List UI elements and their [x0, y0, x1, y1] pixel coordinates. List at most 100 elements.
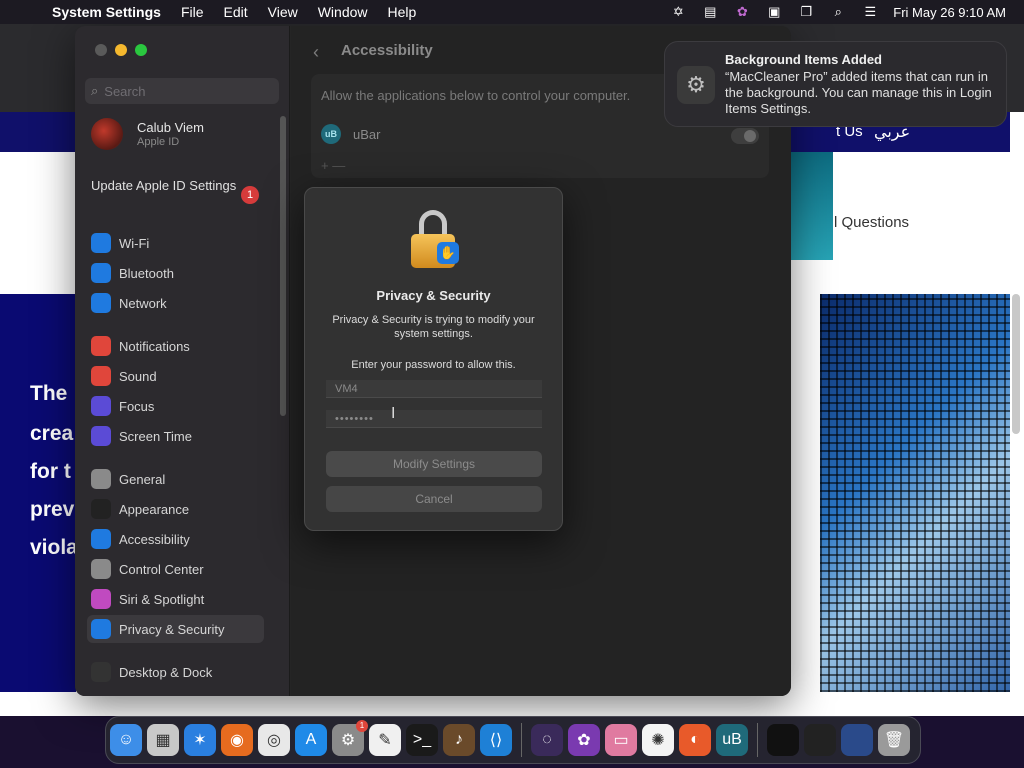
textedit-icon[interactable]: ✎: [369, 724, 401, 756]
back-chevron-icon[interactable]: ‹: [313, 42, 319, 63]
sidebar-search: ⌕: [85, 78, 279, 104]
sidebar-item-label: Accessibility: [119, 531, 190, 547]
settings-sidebar: ⌕ Calub Viem Apple ID Update Apple ID Se…: [75, 26, 290, 696]
window-thumb-icon[interactable]: [841, 724, 873, 756]
menu-edit[interactable]: Edit: [224, 4, 248, 20]
window-zoom-button[interactable]: [135, 44, 147, 56]
dialog-prompt: Enter your password to allow this.: [351, 359, 516, 371]
sidebar-item-sound[interactable]: Sound: [87, 362, 264, 390]
notification-title: Background Items Added: [725, 52, 882, 67]
menu-app-name[interactable]: System Settings: [52, 4, 161, 20]
sidebar-item-label: Control Center: [119, 561, 204, 577]
speaker-icon: [91, 366, 111, 386]
safari-icon[interactable]: ✶: [184, 724, 216, 756]
vscode-icon[interactable]: ⟨⟩: [480, 724, 512, 756]
dialog-message: Privacy & Security is trying to modify y…: [332, 314, 535, 340]
sidebar-scrollbar[interactable]: [280, 116, 286, 416]
control-center-menu-icon[interactable]: ☰: [861, 4, 879, 19]
control-center-icon: [91, 559, 111, 579]
sidebar-item-general[interactable]: General: [87, 465, 264, 493]
screen-icon[interactable]: ▭: [605, 724, 637, 756]
sidebar-item-siri-spotlight[interactable]: Siri & Spotlight: [87, 585, 264, 613]
sidebar-item-privacy-security[interactable]: Privacy & Security: [87, 615, 264, 643]
moon-icon: [91, 396, 111, 416]
search-input[interactable]: [104, 83, 265, 99]
menu-window[interactable]: Window: [318, 4, 368, 20]
username-field[interactable]: [326, 380, 542, 398]
sidebar-item-label: Privacy & Security: [119, 621, 225, 637]
duckduckgo-icon[interactable]: ◐: [679, 724, 711, 756]
sidebar-item-network[interactable]: Network: [87, 289, 264, 317]
dock-glyph: ⚙: [340, 732, 356, 749]
menu-view[interactable]: View: [268, 4, 298, 20]
modify-settings-button[interactable]: Modify Settings: [326, 451, 542, 477]
terminal-icon[interactable]: >_: [406, 724, 438, 756]
dock-icon: [91, 662, 111, 682]
dialog-title: Privacy & Security: [376, 288, 491, 303]
hand-icon: ✋: [437, 242, 459, 264]
photos-icon[interactable]: ✺: [642, 724, 674, 756]
hero-text-line: The: [30, 382, 68, 405]
clock[interactable]: Fri May 26 9:10 AM: [893, 5, 1006, 20]
menu-file[interactable]: File: [181, 4, 204, 20]
dock-glyph: ◌: [542, 731, 552, 748]
password-field[interactable]: [326, 410, 542, 428]
firefox-icon[interactable]: ◉: [221, 724, 253, 756]
orbit-icon[interactable]: ◌: [531, 724, 563, 756]
sidebar-item-accessibility[interactable]: Accessibility: [87, 525, 264, 553]
setapp-icon[interactable]: ✿: [568, 724, 600, 756]
system-settings-icon[interactable]: ⚙ 1: [332, 720, 368, 756]
window-thumb-icon[interactable]: [767, 724, 799, 756]
hero-image: [820, 294, 1010, 692]
hero-section: [0, 294, 76, 692]
chrome-icon[interactable]: ◎: [258, 724, 290, 756]
app-switcher-icon[interactable]: ▤: [701, 4, 719, 19]
sidebar-item-bluetooth[interactable]: Bluetooth: [87, 259, 264, 287]
trash-icon[interactable]: 🗑: [878, 724, 910, 756]
ubar-toggle[interactable]: [731, 128, 759, 144]
dock-glyph: ◉: [230, 732, 244, 749]
star-icon[interactable]: ✡: [669, 4, 687, 19]
bluetooth-icon: [91, 263, 111, 283]
dock-badge: 1: [356, 720, 368, 732]
apple-id-profile[interactable]: Calub Viem Apple ID: [91, 118, 204, 150]
dock-glyph: ♪: [455, 731, 463, 748]
update-apple-id-settings[interactable]: Update Apple ID Settings: [91, 178, 261, 194]
sidebar-item-desktop-dock[interactable]: Desktop & Dock: [87, 658, 264, 686]
background-items-notification[interactable]: ⚙ Background Items Added “MacCleaner Pro…: [664, 41, 1007, 127]
dock-glyph: ◎: [267, 732, 281, 749]
menu-help[interactable]: Help: [388, 4, 417, 20]
launchpad-icon[interactable]: ▦: [147, 724, 179, 756]
ubar-icon[interactable]: uB: [716, 724, 748, 756]
garageband-icon[interactable]: ♪: [443, 724, 475, 756]
gear-icon: ⚙: [677, 66, 715, 104]
sidebar-item-control-center[interactable]: Control Center: [87, 555, 264, 583]
cleaner-menu-icon[interactable]: ▣: [765, 4, 783, 19]
window-thumb-icon[interactable]: [804, 724, 836, 756]
sidebar-item-appearance[interactable]: Appearance: [87, 495, 264, 523]
finder-icon[interactable]: ☺: [110, 724, 142, 756]
appearance-icon: [91, 499, 111, 519]
sidebar-item-focus[interactable]: Focus: [87, 392, 264, 420]
window-close-button[interactable]: [95, 44, 107, 56]
sidebar-item-notifications[interactable]: Notifications: [87, 332, 264, 360]
page-scrollbar[interactable]: [1012, 294, 1020, 434]
dock-glyph: ✎: [378, 732, 392, 749]
add-remove-buttons[interactable]: + —: [321, 158, 345, 173]
dock-glyph: A: [305, 731, 317, 748]
app-store-icon[interactable]: A: [295, 724, 327, 756]
windows-icon[interactable]: ❐: [797, 4, 815, 19]
spotlight-search-icon[interactable]: ⌕: [829, 4, 847, 19]
window-minimize-button[interactable]: [115, 44, 127, 56]
ubar-app-icon: uB: [321, 124, 341, 144]
search-icon: ⌕: [91, 83, 99, 98]
setapp-menu-icon[interactable]: ✿: [733, 4, 751, 19]
hero-text-line: crea: [30, 422, 74, 445]
sidebar-item-wi-fi[interactable]: Wi-Fi: [87, 229, 264, 257]
faq-link[interactable]: l Questions: [834, 214, 909, 231]
dock-glyph: ▭: [613, 732, 629, 749]
hero-text-line: for t: [30, 460, 71, 483]
hero-text-line: prev: [30, 498, 75, 521]
sidebar-item-screen-time[interactable]: Screen Time: [87, 422, 264, 450]
cancel-button[interactable]: Cancel: [326, 486, 542, 512]
